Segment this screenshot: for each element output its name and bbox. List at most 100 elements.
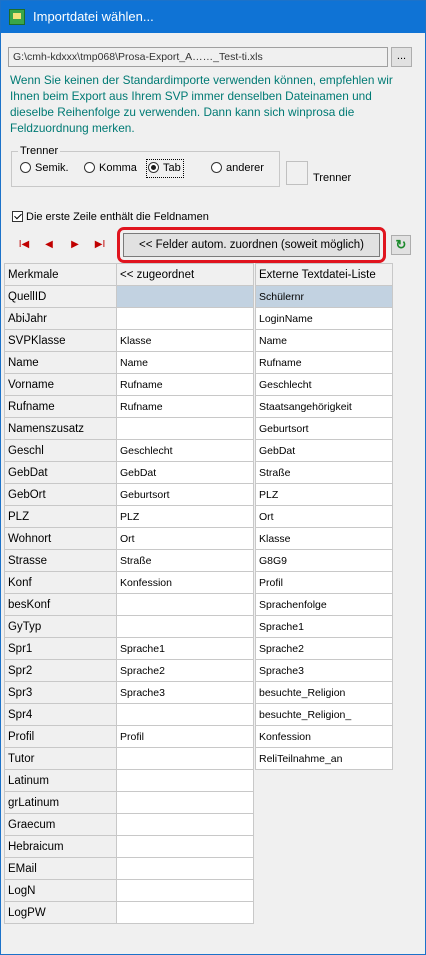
assigned-cell[interactable]: Geburtsort bbox=[116, 483, 254, 506]
header-zugeordnet[interactable]: << zugeordnet bbox=[116, 263, 254, 286]
external-field-cell[interactable]: Straße bbox=[255, 461, 393, 484]
auto-assign-button[interactable]: << Felder autom. zuordnen (soweit möglic… bbox=[123, 233, 380, 257]
list-item[interactable]: GebDat bbox=[255, 439, 393, 462]
assigned-cell[interactable]: Rufname bbox=[116, 395, 254, 418]
assigned-cell[interactable]: Straße bbox=[116, 549, 254, 572]
table-row[interactable]: GyTyp bbox=[4, 615, 254, 638]
table-row[interactable]: Spr3 Sprache3 bbox=[4, 681, 254, 704]
external-field-cell[interactable]: besuchte_Religion bbox=[255, 681, 393, 704]
external-field-cell[interactable]: Sprachenfolge bbox=[255, 593, 393, 616]
nav-next-button[interactable]: ▶ bbox=[68, 237, 82, 253]
assigned-cell[interactable]: Geschlecht bbox=[116, 439, 254, 462]
radio-komma[interactable]: Komma bbox=[84, 162, 137, 174]
assigned-cell[interactable]: Sprache2 bbox=[116, 659, 254, 682]
external-field-cell[interactable]: LoginName bbox=[255, 307, 393, 330]
table-row[interactable]: GebDat GebDat bbox=[4, 461, 254, 484]
list-item[interactable]: Sprache3 bbox=[255, 659, 393, 682]
assigned-cell[interactable]: Name bbox=[116, 351, 254, 374]
table-row[interactable]: Konf Konfession bbox=[4, 571, 254, 594]
table-row[interactable]: grLatinum bbox=[4, 791, 254, 814]
assigned-cell[interactable] bbox=[116, 769, 254, 792]
assigned-cell[interactable] bbox=[116, 901, 254, 924]
list-item[interactable]: LoginName bbox=[255, 307, 393, 330]
external-field-cell[interactable]: GebDat bbox=[255, 439, 393, 462]
nav-last-button[interactable]: ▶I bbox=[93, 237, 107, 253]
list-item[interactable]: Konfession bbox=[255, 725, 393, 748]
external-field-cell[interactable]: Geschlecht bbox=[255, 373, 393, 396]
list-item[interactable]: G8G9 bbox=[255, 549, 393, 572]
header-row-checkbox[interactable]: Die erste Zeile enthält die Feldnamen bbox=[12, 211, 209, 223]
table-row[interactable]: Graecum bbox=[4, 813, 254, 836]
assigned-cell[interactable]: Konfession bbox=[116, 571, 254, 594]
list-item[interactable]: Schülernr bbox=[255, 285, 393, 308]
external-field-cell[interactable]: Geburtsort bbox=[255, 417, 393, 440]
list-item[interactable]: Straße bbox=[255, 461, 393, 484]
external-field-cell[interactable]: Konfession bbox=[255, 725, 393, 748]
radio-anderer[interactable]: anderer bbox=[211, 162, 264, 174]
list-item[interactable]: besuchte_Religion bbox=[255, 681, 393, 704]
table-row[interactable]: Tutor bbox=[4, 747, 254, 770]
external-field-cell[interactable]: Sprache1 bbox=[255, 615, 393, 638]
assigned-cell[interactable]: Sprache1 bbox=[116, 637, 254, 660]
assigned-cell[interactable] bbox=[116, 615, 254, 638]
table-row[interactable]: Strasse Straße bbox=[4, 549, 254, 572]
browse-button[interactable]: ... bbox=[391, 47, 412, 67]
table-row[interactable]: LogN bbox=[4, 879, 254, 902]
table-row[interactable]: Vorname Rufname bbox=[4, 373, 254, 396]
external-field-cell[interactable]: Ort bbox=[255, 505, 393, 528]
external-field-cell[interactable]: Klasse bbox=[255, 527, 393, 550]
table-row[interactable]: Name Name bbox=[4, 351, 254, 374]
assigned-cell[interactable]: Klasse bbox=[116, 329, 254, 352]
external-field-cell[interactable]: Sprache3 bbox=[255, 659, 393, 682]
table-row[interactable]: Spr4 bbox=[4, 703, 254, 726]
list-item[interactable]: Geburtsort bbox=[255, 417, 393, 440]
assigned-cell[interactable]: Sprache3 bbox=[116, 681, 254, 704]
assigned-cell[interactable] bbox=[116, 417, 254, 440]
list-item[interactable]: PLZ bbox=[255, 483, 393, 506]
assigned-cell[interactable] bbox=[116, 307, 254, 330]
assigned-cell[interactable] bbox=[116, 835, 254, 858]
table-row[interactable]: PLZ PLZ bbox=[4, 505, 254, 528]
assigned-cell[interactable] bbox=[116, 703, 254, 726]
radio-semikolon[interactable]: Semik. bbox=[20, 162, 69, 174]
table-row[interactable]: QuellID bbox=[4, 285, 254, 308]
external-field-cell[interactable]: PLZ bbox=[255, 483, 393, 506]
nav-prev-button[interactable]: ◀ bbox=[42, 237, 56, 253]
table-row[interactable]: Profil Profil bbox=[4, 725, 254, 748]
external-field-cell[interactable]: ReliTeilnahme_an bbox=[255, 747, 393, 770]
assigned-cell[interactable] bbox=[116, 857, 254, 880]
table-row[interactable]: LogPW bbox=[4, 901, 254, 924]
external-field-cell[interactable]: Sprache2 bbox=[255, 637, 393, 660]
refresh-icon[interactable]: ↻ bbox=[391, 235, 411, 255]
table-row[interactable]: besKonf bbox=[4, 593, 254, 616]
table-row[interactable]: Rufname Rufname bbox=[4, 395, 254, 418]
list-item[interactable]: Staatsangehörigkeit bbox=[255, 395, 393, 418]
list-item[interactable]: ReliTeilnahme_an bbox=[255, 747, 393, 770]
list-item[interactable]: besuchte_Religion_ bbox=[255, 703, 393, 726]
custom-separator-input[interactable] bbox=[286, 161, 308, 185]
list-item[interactable]: Klasse bbox=[255, 527, 393, 550]
table-row[interactable]: Spr2 Sprache2 bbox=[4, 659, 254, 682]
list-item[interactable]: Rufname bbox=[255, 351, 393, 374]
list-item[interactable]: Name bbox=[255, 329, 393, 352]
table-row[interactable]: EMail bbox=[4, 857, 254, 880]
assigned-cell[interactable] bbox=[116, 813, 254, 836]
external-field-cell[interactable]: Rufname bbox=[255, 351, 393, 374]
assigned-cell[interactable] bbox=[116, 879, 254, 902]
external-field-cell[interactable]: besuchte_Religion_ bbox=[255, 703, 393, 726]
external-field-cell[interactable]: Profil bbox=[255, 571, 393, 594]
assigned-cell[interactable]: PLZ bbox=[116, 505, 254, 528]
assigned-cell[interactable] bbox=[116, 285, 254, 308]
assigned-cell[interactable]: Profil bbox=[116, 725, 254, 748]
external-field-cell[interactable]: Staatsangehörigkeit bbox=[255, 395, 393, 418]
table-row[interactable]: Spr1 Sprache1 bbox=[4, 637, 254, 660]
table-row[interactable]: Latinum bbox=[4, 769, 254, 792]
external-field-cell[interactable]: Name bbox=[255, 329, 393, 352]
table-row[interactable]: Wohnort Ort bbox=[4, 527, 254, 550]
table-row[interactable]: Namenszusatz bbox=[4, 417, 254, 440]
header-externe-liste[interactable]: Externe Textdatei-Liste bbox=[255, 263, 393, 286]
external-field-cell[interactable]: G8G9 bbox=[255, 549, 393, 572]
table-row[interactable]: Geschl Geschlecht bbox=[4, 439, 254, 462]
list-item[interactable]: Profil bbox=[255, 571, 393, 594]
assigned-cell[interactable]: Rufname bbox=[116, 373, 254, 396]
